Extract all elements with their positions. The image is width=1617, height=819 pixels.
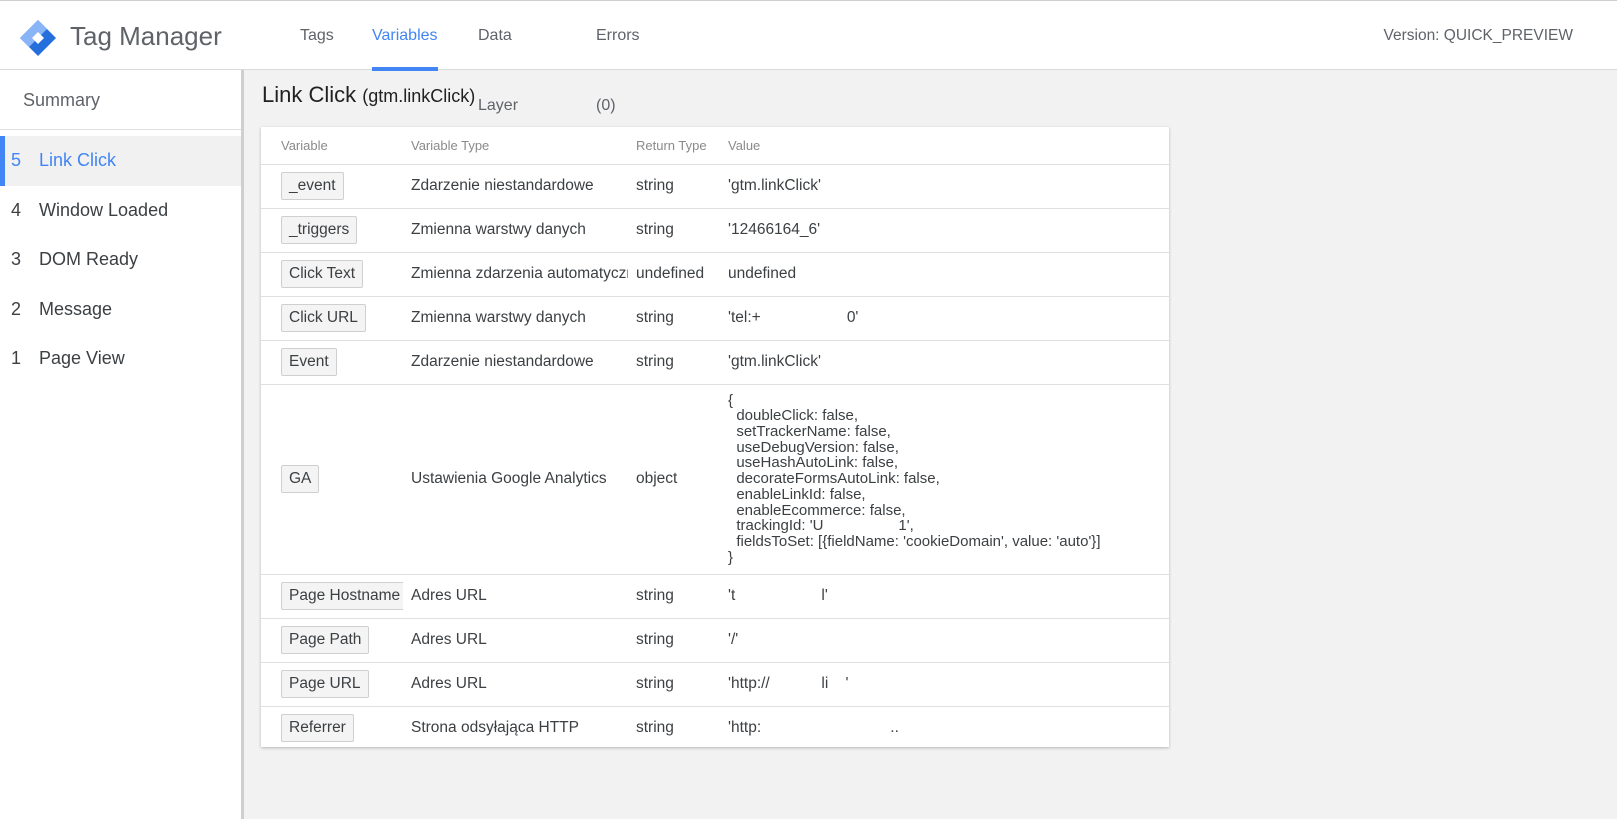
event-item-message[interactable]: 2 Message xyxy=(0,285,241,335)
column-header-variable-type: Variable Type xyxy=(403,127,628,165)
event-title: Link Click xyxy=(262,82,357,107)
table-row: Page URL Adres URL string 'http:// li ' xyxy=(261,662,1169,707)
page-title: Link Click (gtm.linkClick) xyxy=(262,82,475,108)
event-label: DOM Ready xyxy=(39,249,139,269)
return-type: string xyxy=(628,208,720,253)
variable-value: '12466164_6' xyxy=(720,208,1169,253)
table-header: Variable Variable Type Return Type Value xyxy=(261,127,1169,165)
tab-errors[interactable]: Errors (0) xyxy=(596,1,640,114)
tab-tags[interactable]: Tags xyxy=(300,1,334,71)
event-label: Link Click xyxy=(39,150,117,170)
event-label: Message xyxy=(39,298,113,319)
variable-chip[interactable]: Page Hostname xyxy=(281,582,403,610)
event-number: 1 xyxy=(11,348,22,368)
variable-type: Zdarzenie niestandardowe xyxy=(403,340,628,385)
return-type: string xyxy=(628,296,720,341)
event-item-link-click[interactable]: 5 Link Click xyxy=(0,136,241,186)
sidebar: Summary 5 Link Click 4 Window Loaded 3 D… xyxy=(0,70,244,819)
event-item-page-view[interactable]: 1 Page View xyxy=(0,334,241,384)
variable-type: Zdarzenie niestandardowe xyxy=(403,164,628,209)
variable-chip[interactable]: GA xyxy=(281,465,320,493)
variable-type: Strona odsyłająca HTTP xyxy=(411,719,579,737)
event-number: 2 xyxy=(11,298,22,319)
column-header-value: Value xyxy=(720,127,1169,165)
top-bar: Tag Manager Tags Variables Data Layer Er… xyxy=(0,0,1617,114)
variables-card: Variable Variable Type Return Type Value… xyxy=(261,127,1169,747)
event-label: Window Loaded xyxy=(39,199,169,220)
event-item-dom-ready[interactable]: 3 DOM Ready xyxy=(0,235,241,285)
variable-value: 'tel:+ 0' xyxy=(720,296,1169,341)
table-row: GA Ustawienia Google Analytics object { … xyxy=(261,384,1169,575)
variable-type: Ustawienia Google Analytics xyxy=(403,384,628,575)
variable-chip[interactable]: Page URL xyxy=(281,670,369,698)
variable-value: 'gtm.linkClick' xyxy=(720,164,1169,209)
variable-value: undefined xyxy=(720,252,1169,297)
variable-value: '/' xyxy=(720,618,1169,663)
tag-manager-logo-icon xyxy=(20,20,56,56)
event-number: 3 xyxy=(11,249,22,269)
return-type: undefined xyxy=(628,252,720,297)
variables-table: Variable Variable Type Return Type Value… xyxy=(261,127,1169,750)
variable-value: 'gtm.linkClick' xyxy=(720,340,1169,385)
variable-type: Zmienna warstwy danych xyxy=(403,296,628,341)
table-row: Page Path Adres URL string '/' xyxy=(261,618,1169,663)
event-subtitle: (gtm.linkClick) xyxy=(362,86,476,106)
table-row: Event Zdarzenie niestandardowe string 'g… xyxy=(261,340,1169,385)
variable-value: 't l' xyxy=(720,574,1169,619)
variable-type: Adres URL xyxy=(403,574,628,619)
version-label: Version: QUICK_PREVIEW xyxy=(1383,27,1573,44)
variable-chip[interactable]: Referrer xyxy=(281,714,354,743)
variable-value-object: { doubleClick: false, setTrackerName: fa… xyxy=(728,391,1101,566)
variable-value: 'http: .. xyxy=(728,719,899,737)
variable-chip[interactable]: Page Path xyxy=(281,626,370,654)
event-number: 4 xyxy=(11,199,22,220)
event-label: Page View xyxy=(39,348,125,368)
sidebar-item-summary[interactable]: Summary xyxy=(0,70,241,130)
tab-data-layer[interactable]: Data Layer xyxy=(478,1,518,114)
table-row: Click Text Zmienna zdarzenia automatyczn… xyxy=(261,252,1169,297)
variable-type: Adres URL xyxy=(403,662,628,707)
return-type: string xyxy=(628,618,720,663)
column-header-variable: Variable xyxy=(261,127,403,165)
table-row: _triggers Zmienna warstwy danych string … xyxy=(261,208,1169,253)
app-title: Tag Manager xyxy=(70,21,222,51)
variable-type: Zmienna zdarzenia automatycznego xyxy=(403,252,628,297)
variable-chip[interactable]: _triggers xyxy=(281,216,358,244)
return-type: string xyxy=(628,164,720,209)
variable-value: 'http:// li ' xyxy=(720,662,1169,707)
return-type: string xyxy=(628,574,720,619)
variable-chip[interactable]: _event xyxy=(281,172,344,200)
table-row: _event Zdarzenie niestandardowe string '… xyxy=(261,164,1169,209)
return-type: string xyxy=(628,340,720,385)
event-item-window-loaded[interactable]: 4 Window Loaded xyxy=(0,186,241,236)
column-header-return-type: Return Type xyxy=(628,127,720,165)
variable-type: Adres URL xyxy=(403,618,628,663)
return-type: object xyxy=(628,384,720,575)
variable-chip[interactable]: Event xyxy=(281,348,337,376)
table-row: Referrer Strona odsyłająca HTTP string '… xyxy=(261,706,1169,750)
event-list: 5 Link Click 4 Window Loaded 3 DOM Ready… xyxy=(0,130,241,384)
table-row: Page Hostname Adres URL string 't l' xyxy=(261,574,1169,619)
variable-type: Zmienna warstwy danych xyxy=(403,208,628,253)
variable-chip[interactable]: Click Text xyxy=(281,260,364,288)
return-type: string xyxy=(628,662,720,707)
tab-variables[interactable]: Variables xyxy=(372,1,438,71)
event-number: 5 xyxy=(11,150,22,170)
table-row: Click URL Zmienna warstwy danych string … xyxy=(261,296,1169,341)
return-type: string xyxy=(636,719,674,737)
variable-chip[interactable]: Click URL xyxy=(281,304,366,332)
